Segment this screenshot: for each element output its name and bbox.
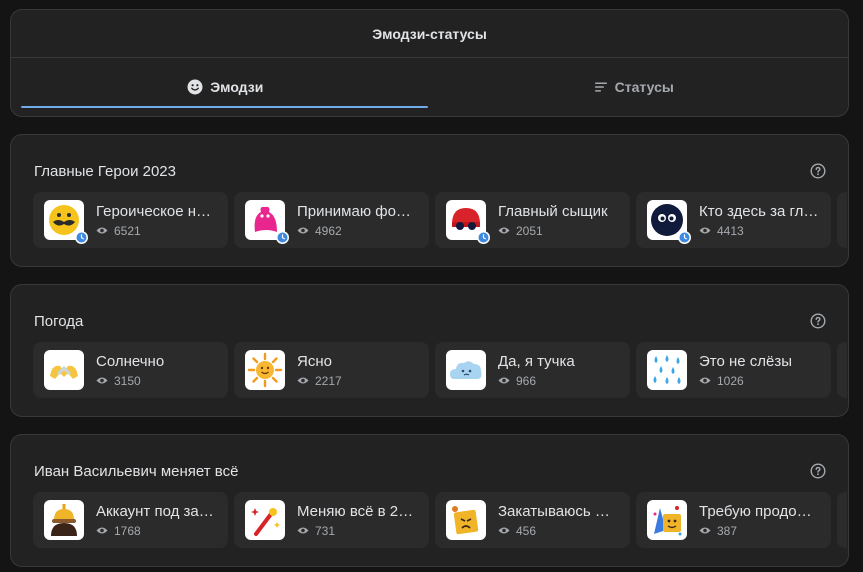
eye-icon <box>498 526 510 535</box>
clock-icon <box>477 231 490 244</box>
emoji-card[interactable]: Принимаю фо… 4962 <box>234 192 429 248</box>
emoji-card[interactable]: Требую продо… 387 <box>636 492 831 548</box>
eye-icon <box>699 526 711 535</box>
tab-emoji-label: Эмодзи <box>210 79 264 95</box>
emoji-card-partial[interactable] <box>837 192 847 248</box>
eye-icon <box>96 226 108 235</box>
help-icon[interactable] <box>810 313 826 329</box>
emoji-card[interactable]: Ясно 2217 <box>234 342 429 398</box>
eye-icon <box>96 376 108 385</box>
active-tab-indicator <box>21 106 428 108</box>
view-count: 1768 <box>114 523 141 538</box>
view-count: 2051 <box>516 223 543 238</box>
tsar-crown-icon <box>44 500 84 540</box>
tab-statuses[interactable]: Статусы <box>430 58 839 116</box>
emoji-title: Ясно <box>297 352 332 370</box>
emoji-card[interactable]: Это не слёзы 1026 <box>636 342 831 398</box>
magic-wand-icon <box>245 500 285 540</box>
emoji-title: Принимаю фо… <box>297 202 411 220</box>
clock-icon <box>276 231 289 244</box>
section-title: Погода <box>34 312 84 330</box>
view-count: 387 <box>717 523 738 538</box>
emoji-card-partial[interactable] <box>837 342 847 398</box>
eye-icon <box>96 526 108 535</box>
rain-drops-icon <box>647 350 687 390</box>
view-count: 3150 <box>114 373 141 388</box>
emoji-card[interactable]: Главный сыщик 2051 <box>435 192 630 248</box>
emoji-title: Главный сыщик <box>498 202 608 220</box>
emoji-card[interactable]: Меняю всё в 2… 731 <box>234 492 429 548</box>
emoji-card[interactable]: Кто здесь за гл… 4413 <box>636 192 831 248</box>
emoji-card[interactable]: Аккаунт под за… 1768 <box>33 492 228 548</box>
emoji-card[interactable]: Закатываюсь о… 456 <box>435 492 630 548</box>
view-count: 2217 <box>315 373 342 388</box>
tab-bar: Эмодзи Статусы <box>11 58 848 116</box>
view-count: 6521 <box>114 223 141 238</box>
section-main-heroes: Главные Герои 2023 Героическое н… 6521 П… <box>10 134 849 267</box>
emoji-title: Это не слёзы <box>699 352 793 370</box>
emoji-card-partial[interactable] <box>837 492 847 548</box>
party-face-icon <box>647 500 687 540</box>
smile-icon <box>187 79 203 95</box>
lines-icon <box>594 80 608 94</box>
angry-cube-icon <box>446 500 486 540</box>
help-icon[interactable] <box>810 163 826 179</box>
emoji-title: Меняю всё в 2… <box>297 502 414 520</box>
section-title: Иван Васильевич меняет всё <box>34 462 239 480</box>
emoji-status-header: Эмодзи-статусы Эмодзи Статусы <box>10 9 849 117</box>
emoji-card[interactable]: Да, я тучка 966 <box>435 342 630 398</box>
view-count: 731 <box>315 523 336 538</box>
yellow-mustache-face-icon <box>44 200 88 244</box>
section-ivan-vasilievich: Иван Васильевич меняет всё Аккаунт под з… <box>10 434 849 567</box>
emoji-card[interactable]: Солнечно 3150 <box>33 342 228 398</box>
emoji-title: Солнечно <box>96 352 165 370</box>
emoji-title: Да, я тучка <box>498 352 575 370</box>
pink-ghost-icon <box>245 200 289 244</box>
eye-icon <box>297 376 309 385</box>
page-title: Эмодзи-статусы <box>11 10 848 58</box>
heart-hands-icon <box>44 350 84 390</box>
section-title: Главные Герои 2023 <box>34 162 176 180</box>
view-count: 4962 <box>315 223 342 238</box>
eye-icon <box>297 526 309 535</box>
help-icon[interactable] <box>810 463 826 479</box>
cloud-face-icon <box>446 350 486 390</box>
emoji-title: Закатываюсь о… <box>498 502 618 520</box>
emoji-title: Требую продо… <box>699 502 812 520</box>
clock-icon <box>75 231 88 244</box>
eye-icon <box>498 376 510 385</box>
tab-statuses-label: Статусы <box>614 79 674 95</box>
eye-icon <box>699 226 711 235</box>
clock-icon <box>678 231 691 244</box>
section-weather: Погода Солнечно 3150 Ясно 2217 Да, я туч… <box>10 284 849 417</box>
red-detective-icon <box>446 200 490 244</box>
view-count: 1026 <box>717 373 744 388</box>
view-count: 456 <box>516 523 537 538</box>
view-count: 966 <box>516 373 537 388</box>
emoji-title: Героическое н… <box>96 202 212 220</box>
view-count: 4413 <box>717 223 744 238</box>
sun-face-icon <box>245 350 285 390</box>
emoji-card[interactable]: Героическое н… 6521 <box>33 192 228 248</box>
dark-ball-eyes-icon <box>647 200 691 244</box>
eye-icon <box>498 226 510 235</box>
eye-icon <box>699 376 711 385</box>
emoji-title: Аккаунт под за… <box>96 502 214 520</box>
eye-icon <box>297 226 309 235</box>
emoji-title: Кто здесь за гл… <box>699 202 819 220</box>
